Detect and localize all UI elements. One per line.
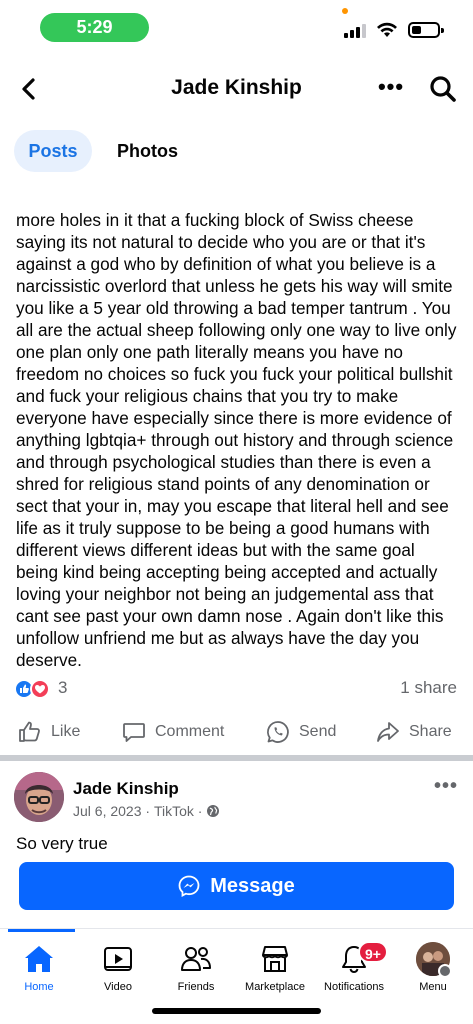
share-label: Share (409, 723, 452, 740)
post-source: TikTok (153, 803, 194, 819)
more-dots-icon: ••• (377, 74, 405, 99)
post-meta: Jul 6, 2023 · TikTok · (73, 803, 220, 819)
friends-icon (181, 947, 211, 971)
more-dots-icon: ••• (434, 775, 459, 797)
message-label: Message (210, 874, 295, 897)
nav-video-label: Video (104, 981, 132, 993)
search-icon (430, 76, 456, 102)
share-button[interactable]: Share (375, 716, 452, 748)
more-options-button[interactable]: ••• (376, 74, 406, 104)
comment-icon (123, 723, 145, 742)
send-button[interactable]: Send (265, 716, 336, 748)
thumbs-up-icon (19, 721, 40, 742)
menu-hamburger-icon (438, 964, 452, 978)
status-bar: 5:29 (0, 0, 473, 54)
post-author-name[interactable]: Jade Kinship (73, 779, 179, 799)
love-reaction-icon (30, 679, 50, 699)
home-icon (25, 946, 53, 972)
whatsapp-icon (267, 721, 289, 743)
privacy-indicator-dot (342, 8, 348, 14)
nav-menu[interactable]: Menu (394, 939, 472, 993)
post-date[interactable]: Jul 6, 2023 (73, 803, 142, 819)
meta-separator: · (193, 803, 207, 819)
nav-friends[interactable]: Friends (157, 939, 235, 993)
header: Jade Kinship ••• (0, 62, 473, 114)
reactions-row[interactable]: 3 1 share (14, 677, 459, 701)
notification-badge: 9+ (358, 941, 388, 963)
home-indicator (152, 1008, 321, 1014)
cellular-signal-icon (344, 24, 366, 38)
tab-posts[interactable]: Posts (14, 130, 92, 172)
post-body: more holes in it that a fucking block of… (16, 180, 460, 673)
wifi-icon (377, 22, 397, 37)
nav-friends-label: Friends (177, 981, 215, 993)
meta-separator: · (141, 803, 154, 819)
nav-video[interactable]: Video (79, 939, 157, 993)
post-more-button[interactable]: ••• (434, 775, 458, 798)
like-button[interactable]: Like (17, 716, 80, 748)
comment-label: Comment (155, 723, 225, 740)
globe-icon (207, 805, 220, 817)
like-label: Like (51, 723, 81, 740)
nav-notifications[interactable]: 9+ Notifications (315, 939, 393, 993)
message-button[interactable]: Message (19, 862, 454, 910)
status-time: 5:29 (40, 13, 149, 42)
author-avatar[interactable] (14, 772, 64, 822)
marketplace-icon (262, 946, 288, 972)
search-button[interactable] (428, 74, 458, 104)
comment-button[interactable]: Comment (121, 716, 224, 748)
messenger-icon (178, 875, 200, 897)
nav-home-label: Home (24, 981, 54, 993)
share-arrow-icon (377, 722, 399, 742)
video-icon (104, 947, 132, 971)
post2-text: So very true (16, 834, 108, 853)
nav-marketplace-label: Marketplace (245, 981, 305, 993)
nav-marketplace[interactable]: Marketplace (236, 939, 314, 993)
send-label: Send (299, 723, 337, 740)
active-tab-indicator (8, 929, 75, 932)
post-divider (0, 755, 473, 761)
post-text: more holes in it that a fucking block of… (16, 210, 457, 670)
nav-home[interactable]: Home (0, 939, 78, 993)
post-actions: Like Comment Send Share (0, 716, 473, 750)
nav-menu-label: Menu (419, 981, 447, 993)
tab-photos[interactable]: Photos (117, 130, 178, 172)
reaction-count: 3 (58, 678, 68, 697)
share-count[interactable]: 1 share (400, 678, 457, 698)
nav-notifications-label: Notifications (324, 981, 384, 993)
menu-profile-avatar (416, 942, 452, 978)
battery-icon (408, 22, 444, 38)
